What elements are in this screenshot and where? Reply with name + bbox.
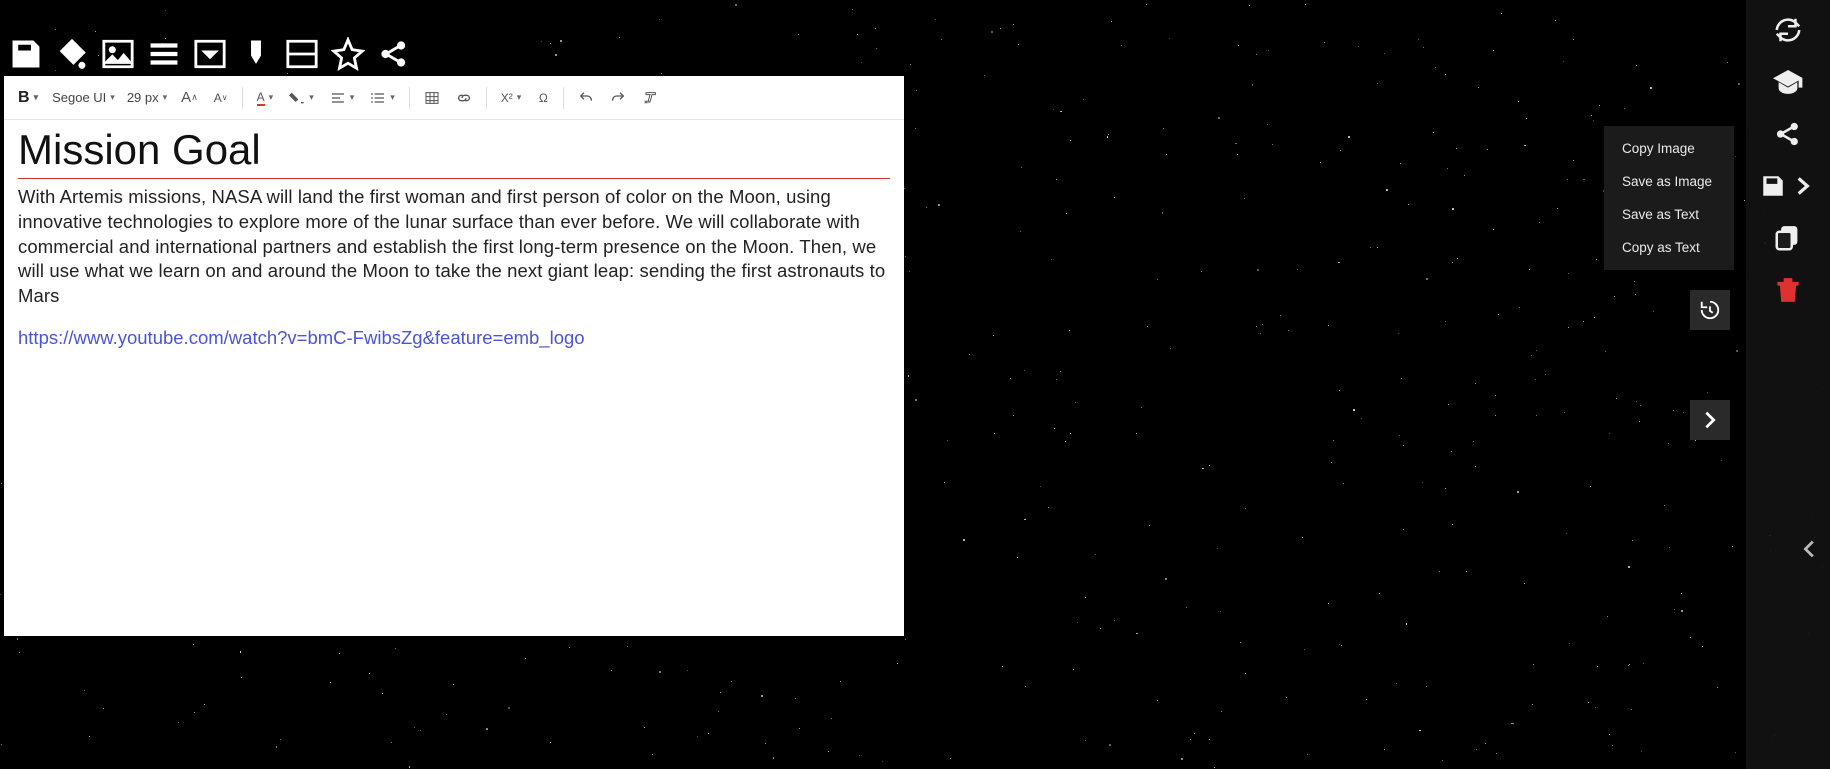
right-rail — [1746, 0, 1830, 769]
document-title[interactable]: Mission Goal — [18, 126, 890, 176]
menu-copy-as-text[interactable]: Copy as Text — [1604, 231, 1734, 264]
graduation-cap-icon[interactable] — [1760, 56, 1816, 108]
save-context-menu: Copy Image Save as Image Save as Text Co… — [1604, 126, 1734, 270]
split-horizontal-icon[interactable] — [282, 36, 322, 72]
align-button[interactable] — [324, 83, 361, 113]
decrease-font-button[interactable]: A∨ — [208, 83, 234, 113]
fill-bucket-icon[interactable] — [52, 36, 92, 72]
next-chevron-icon[interactable] — [1690, 400, 1730, 440]
menu-copy-image[interactable]: Copy Image — [1604, 132, 1734, 165]
app-toolbar — [6, 36, 414, 72]
collapse-chevron-icon[interactable] — [1790, 529, 1830, 569]
font-size-select[interactable]: 29 px — [123, 83, 171, 113]
image-icon[interactable] — [98, 36, 138, 72]
editor-panel: B Segoe UI 29 px A∧ A∨ A X² Ω Mission Go… — [4, 76, 904, 636]
dropdown-box-icon[interactable] — [190, 36, 230, 72]
redo-button[interactable] — [604, 83, 632, 113]
highlight-color-button[interactable] — [283, 83, 320, 113]
share-icon[interactable] — [374, 36, 414, 72]
link-button[interactable] — [450, 83, 478, 113]
undo-button[interactable] — [572, 83, 600, 113]
document-body[interactable]: With Artemis missions, NASA will land th… — [18, 185, 890, 309]
superscript-button[interactable]: X² — [495, 83, 528, 113]
highlighter-icon[interactable] — [236, 36, 276, 72]
refresh-icon[interactable] — [1760, 4, 1816, 56]
separator — [563, 87, 564, 109]
share-rail-icon[interactable] — [1760, 108, 1816, 160]
list-style-button[interactable] — [364, 83, 401, 113]
restore-history-icon[interactable] — [1690, 290, 1730, 330]
menu-save-as-image[interactable]: Save as Image — [1604, 165, 1734, 198]
document-link[interactable]: https://www.youtube.com/watch?v=bmC-Fwib… — [18, 327, 585, 349]
table-button[interactable] — [418, 83, 446, 113]
copy-stack-icon[interactable] — [1760, 212, 1816, 264]
delete-trash-icon[interactable] — [1760, 264, 1816, 316]
separator — [409, 87, 410, 109]
star-icon[interactable] — [328, 36, 368, 72]
menu-save-as-text[interactable]: Save as Text — [1604, 198, 1734, 231]
save-expand-button[interactable] — [1758, 160, 1818, 212]
editor-toolbar: B Segoe UI 29 px A∧ A∨ A X² Ω — [4, 76, 904, 120]
separator — [486, 87, 487, 109]
clear-format-button[interactable] — [636, 83, 664, 113]
bold-button[interactable]: B — [12, 83, 44, 113]
font-family-select[interactable]: Segoe UI — [48, 83, 119, 113]
title-underline — [18, 178, 890, 179]
list-icon[interactable] — [144, 36, 184, 72]
omega-button[interactable]: Ω — [531, 83, 555, 113]
increase-font-button[interactable]: A∧ — [175, 83, 204, 113]
save-icon[interactable] — [6, 36, 46, 72]
separator — [242, 87, 243, 109]
document-area[interactable]: Mission Goal With Artemis missions, NASA… — [4, 120, 904, 363]
font-color-button[interactable]: A — [251, 83, 280, 113]
